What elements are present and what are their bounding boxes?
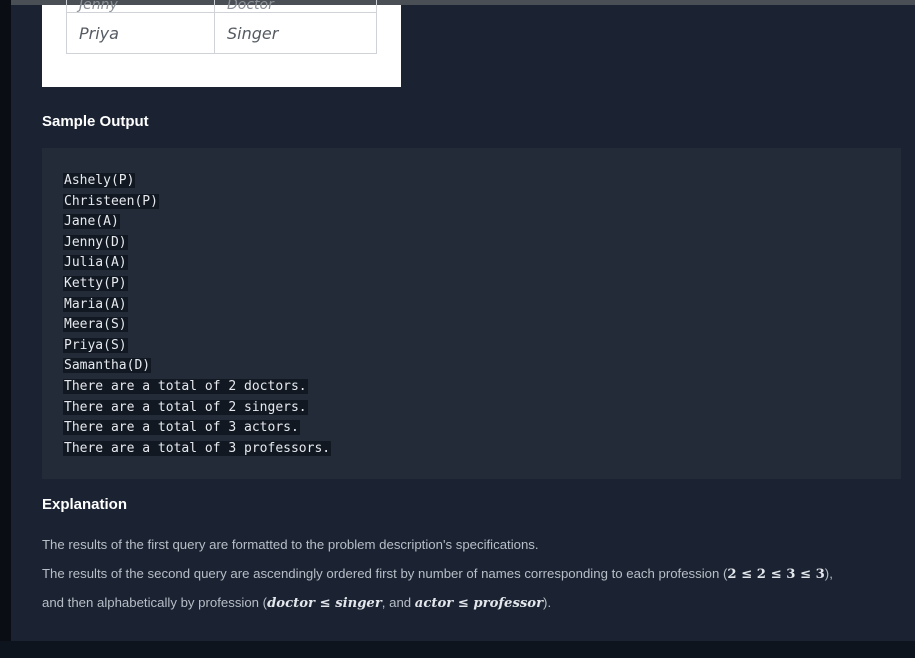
code-lines: Ashely(P) Christeen(P) Jane(A) Jenny(D) …	[63, 171, 332, 459]
code-line: There are a total of 3 actors.	[63, 420, 300, 436]
table-row: Jenny Doctor	[66, 0, 377, 13]
table-cell-occupation: Doctor	[214, 0, 377, 13]
math-inequality: 2 ≤ 2 ≤ 3 ≤ 3	[727, 567, 825, 582]
code-line: Ashely(P)	[63, 173, 136, 188]
code-line: There are a total of 2 doctors.	[63, 378, 308, 394]
code-line: Samantha(D)	[63, 358, 152, 374]
code-line: Ketty(P)	[63, 275, 128, 291]
code-line: Meera(S)	[63, 317, 128, 333]
table-cell-name: Priya	[66, 12, 215, 54]
explanation-heading: Explanation	[42, 496, 128, 513]
code-line: Maria(A)	[63, 296, 128, 312]
sample-input-table-image: Jenny Doctor Priya Singer	[42, 0, 401, 87]
code-line: Julia(A)	[63, 255, 128, 271]
sample-output-heading: Sample Output	[42, 113, 149, 130]
math-actor-professor: actor ≤ professor	[414, 596, 544, 611]
code-line: There are a total of 3 professors.	[63, 440, 332, 456]
explanation-paragraph-1: The results of the first query are forma…	[42, 537, 539, 552]
occupations-table: Jenny Doctor Priya Singer	[66, 0, 377, 54]
code-line: Priya(S)	[63, 337, 128, 353]
code-line: There are a total of 2 singers.	[63, 399, 308, 415]
table-row: Priya Singer	[66, 12, 377, 54]
table-cell-occupation: Singer	[214, 12, 377, 54]
code-line: Jenny(D)	[63, 234, 128, 250]
table-cell-name: Jenny	[66, 0, 215, 13]
explanation-paragraph-3: and then alphabetically by profession (d…	[42, 595, 552, 611]
sample-output-codeblock[interactable]: Ashely(P) Christeen(P) Jane(A) Jenny(D) …	[42, 148, 901, 479]
bottom-bar	[0, 641, 915, 658]
explanation-paragraph-2: The results of the second query are asce…	[42, 566, 833, 582]
code-line: Christeen(P)	[63, 193, 159, 209]
left-strip	[0, 0, 11, 658]
code-line: Jane(A)	[63, 214, 120, 230]
problem-content: Jenny Doctor Priya Singer Sample Output …	[11, 0, 915, 641]
math-doctor-singer: doctor ≤ singer	[267, 596, 382, 611]
